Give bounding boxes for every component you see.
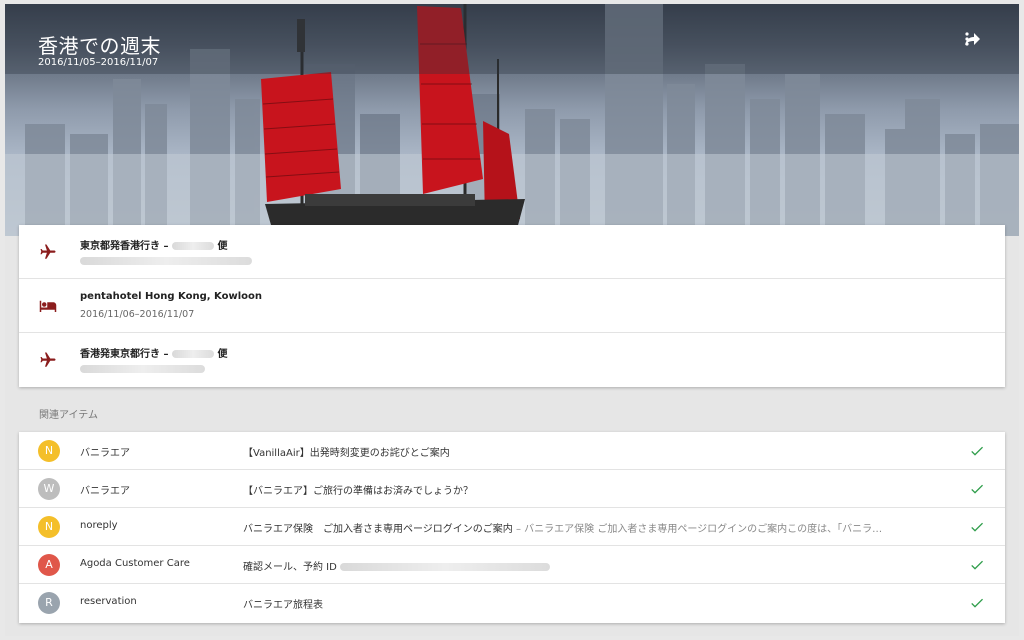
avatar: N [38,516,60,538]
check-icon [969,481,985,497]
check-icon [969,595,985,611]
sender-name: バニラエア [80,448,130,459]
email-subject: 【VanillaAir】出発時刻変更のお詫びとご案内 [243,448,450,459]
check-icon [969,519,985,535]
email-snippet: – バニラエア保険 ご加入者さま専用ページログインのご案内この度は、「バニラ… [512,524,883,535]
email-subject: 【バニラエア】ご旅行の準備はお済みでしょうか？ [243,486,473,497]
trip-view: 香港での週末 2016/11/05–2016/11/07 東京都発香港行き – … [5,4,1019,636]
check-icon [969,557,985,573]
trip-items-card: 東京都発香港行き – 便 pentahotel Hong Kong, Kowlo… [19,225,1005,387]
list-item[interactable]: A Agoda Customer Care 確認メール、予約 ID [19,546,1005,584]
trip-item-subtitle [80,255,252,266]
email-subject: バニラエア旅程表 [243,600,323,611]
related-items-card: N バニラエア 【VanillaAir】出発時刻変更のお詫びとご案内 W バニラ… [19,432,1005,623]
trip-title: 香港での週末 [38,34,161,58]
redacted-text [80,364,205,373]
trip-item-outbound-flight[interactable]: 東京都発香港行き – 便 [19,225,1005,279]
redacted-text [171,242,214,250]
sender-name: バニラエア [80,486,130,497]
avatar: N [38,440,60,462]
redacted-text [80,256,252,265]
sender-name: reservation [80,596,137,607]
list-item[interactable]: N noreply バニラエア保険 ご加入者さま専用ページログインのご案内 – … [19,508,1005,546]
flight-icon [39,243,57,261]
hotel-icon [39,297,57,315]
list-item[interactable]: N バニラエア 【VanillaAir】出発時刻変更のお詫びとご案内 [19,432,1005,470]
trip-item-return-flight[interactable]: 香港発東京都行き – 便 [19,333,1005,387]
email-subject: 確認メール、予約 ID [243,558,963,573]
avatar: A [38,554,60,576]
trip-item-hotel[interactable]: pentahotel Hong Kong, Kowloon 2016/11/06… [19,279,1005,333]
redacted-text [171,350,214,358]
trip-item-title: pentahotel Hong Kong, Kowloon [80,291,263,302]
list-item[interactable]: W バニラエア 【バニラエア】ご旅行の準備はお済みでしょうか？ [19,470,1005,508]
avatar: W [38,478,60,500]
redacted-text [340,563,551,571]
sender-name: Agoda Customer Care [80,558,190,569]
hero-banner: 香港での週末 2016/11/05–2016/11/07 [5,4,1019,236]
trip-item-subtitle: 2016/11/06–2016/11/07 [80,309,195,320]
related-items-heading: 関連アイテム [39,410,98,421]
trip-item-subtitle [80,363,205,374]
trip-item-title: 香港発東京都行き – 便 [80,349,228,360]
list-item[interactable]: R reservation バニラエア旅程表 [19,584,1005,622]
sender-name: noreply [80,520,118,531]
trip-item-title: 東京都発香港行き – 便 [80,241,228,252]
email-subject: バニラエア保険 ご加入者さま専用ページログインのご案内 – バニラエア保険 ご加… [243,524,883,535]
avatar: R [38,592,60,614]
check-icon [969,443,985,459]
flight-icon [39,351,57,369]
trip-dates: 2016/11/05–2016/11/07 [38,57,159,68]
